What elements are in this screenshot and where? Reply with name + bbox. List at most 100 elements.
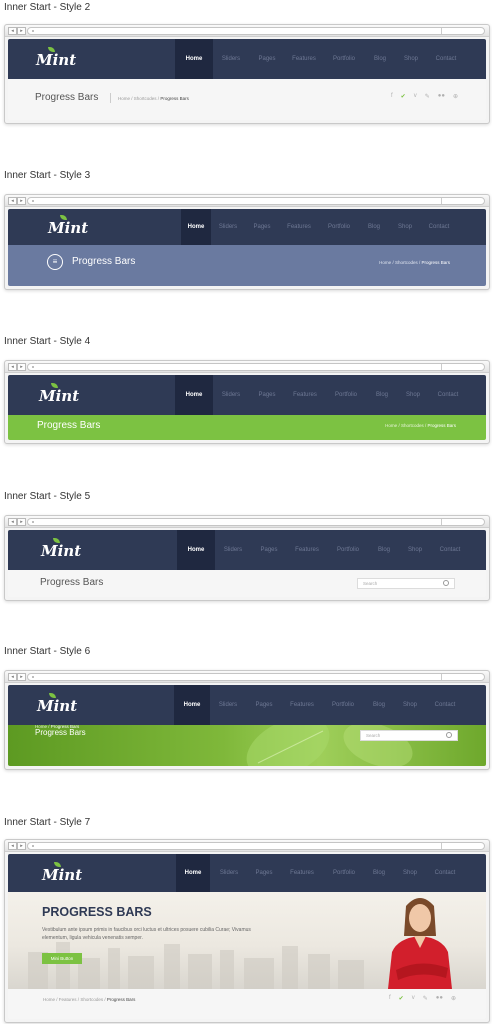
menu-portfolio[interactable]: Portfolio: [319, 209, 359, 245]
menu-sliders[interactable]: Sliders: [213, 39, 249, 79]
mini-button[interactable]: Mini Button: [42, 953, 82, 964]
menu-pages[interactable]: Pages: [245, 209, 279, 245]
twitter-icon[interactable]: ✔: [399, 995, 404, 1002]
back-button[interactable]: ◂: [8, 363, 17, 371]
menu-home[interactable]: Home: [174, 685, 210, 725]
address-bar[interactable]: [27, 363, 485, 371]
logo[interactable]: Mint: [42, 866, 82, 884]
menu-sliders[interactable]: Sliders: [215, 530, 251, 570]
menu-features[interactable]: Features: [287, 530, 327, 570]
flickr-icon[interactable]: ●●: [436, 995, 443, 1002]
menu-features[interactable]: Features: [285, 375, 325, 415]
logo[interactable]: Mint: [37, 697, 77, 715]
menu-pages[interactable]: Pages: [251, 530, 287, 570]
address-bar[interactable]: [27, 518, 485, 526]
menu-contact[interactable]: Contact: [421, 209, 457, 245]
menu-portfolio[interactable]: Portfolio: [327, 530, 369, 570]
search-input[interactable]: Search: [360, 730, 458, 741]
menu-contact[interactable]: Contact: [429, 375, 467, 415]
breadcrumb-shortcodes[interactable]: Shortcodes: [395, 260, 418, 265]
back-button[interactable]: ◂: [8, 673, 17, 681]
breadcrumb-home[interactable]: Home: [379, 260, 391, 265]
back-button[interactable]: ◂: [8, 518, 17, 526]
page-title: Progress Bars: [35, 728, 86, 737]
menu-sliders[interactable]: Sliders: [210, 854, 248, 892]
address-bar[interactable]: [27, 842, 485, 850]
logo[interactable]: Mint: [39, 387, 79, 405]
forward-button[interactable]: ▸: [17, 518, 26, 526]
skype-icon[interactable]: ✎: [425, 93, 430, 100]
menu-shop[interactable]: Shop: [397, 375, 429, 415]
address-bar[interactable]: [27, 673, 485, 681]
twitter-icon[interactable]: ✔: [401, 93, 406, 100]
dribbble-icon[interactable]: ⊕: [453, 93, 458, 100]
menu-pages[interactable]: Pages: [249, 39, 285, 79]
menu-home[interactable]: Home: [175, 375, 213, 415]
breadcrumb-shortcodes[interactable]: Shortcodes: [401, 423, 424, 428]
forward-button[interactable]: ▸: [17, 673, 26, 681]
menu-blog[interactable]: Blog: [365, 39, 395, 79]
menu-portfolio[interactable]: Portfolio: [323, 39, 365, 79]
menu-pages[interactable]: Pages: [248, 854, 280, 892]
menu-sliders[interactable]: Sliders: [211, 209, 245, 245]
breadcrumb-shortcodes[interactable]: Shortcodes: [134, 96, 157, 101]
menu-blog[interactable]: Blog: [364, 685, 394, 725]
menu-shop[interactable]: Shop: [395, 39, 427, 79]
back-button[interactable]: ◂: [8, 842, 17, 850]
menu-shop[interactable]: Shop: [394, 685, 426, 725]
logo[interactable]: Mint: [48, 219, 88, 237]
menu-contact[interactable]: Contact: [427, 39, 465, 79]
dribbble-icon[interactable]: ⊕: [451, 995, 456, 1002]
address-bar[interactable]: [27, 27, 485, 35]
menu-blog[interactable]: Blog: [367, 375, 397, 415]
skype-icon[interactable]: ✎: [423, 995, 428, 1002]
back-button[interactable]: ◂: [8, 27, 17, 35]
menu-contact[interactable]: Contact: [431, 530, 469, 570]
menu-home[interactable]: Home: [175, 39, 213, 79]
menu-features[interactable]: Features: [280, 854, 324, 892]
breadcrumb-features[interactable]: Features: [59, 997, 77, 1002]
menu-sliders[interactable]: Sliders: [210, 685, 246, 725]
forward-button[interactable]: ▸: [17, 197, 26, 205]
menu-contact[interactable]: Contact: [426, 854, 464, 892]
menu-features[interactable]: Features: [282, 685, 322, 725]
breadcrumb-home[interactable]: Home: [118, 96, 130, 101]
menu-shop[interactable]: Shop: [389, 209, 421, 245]
menu-portfolio[interactable]: Portfolio: [324, 854, 364, 892]
menu-portfolio[interactable]: Portfolio: [325, 375, 367, 415]
breadcrumb-shortcodes[interactable]: Shortcodes: [80, 997, 103, 1002]
menu-home[interactable]: Home: [176, 854, 210, 892]
facebook-icon[interactable]: f: [391, 93, 393, 100]
address-bar[interactable]: [27, 197, 485, 205]
vimeo-icon[interactable]: v: [414, 93, 417, 100]
logo[interactable]: Mint: [36, 51, 76, 69]
facebook-icon[interactable]: f: [389, 995, 391, 1002]
menu-blog[interactable]: Blog: [369, 530, 399, 570]
menu-blog[interactable]: Blog: [359, 209, 389, 245]
flickr-icon[interactable]: ●●: [438, 93, 445, 100]
menu-blog[interactable]: Blog: [364, 854, 394, 892]
menu-shop[interactable]: Shop: [394, 854, 426, 892]
breadcrumb-home[interactable]: Home: [385, 423, 397, 428]
logo[interactable]: Mint: [41, 542, 81, 560]
menu-home[interactable]: Home: [181, 209, 211, 245]
menu-sliders[interactable]: Sliders: [213, 375, 249, 415]
search-icon[interactable]: [446, 732, 452, 738]
menu-portfolio[interactable]: Portfolio: [322, 685, 364, 725]
forward-button[interactable]: ▸: [17, 842, 26, 850]
search-input[interactable]: Search: [357, 578, 455, 589]
breadcrumb: Home / Shortcodes / Progress Bars: [385, 423, 456, 428]
menu-features[interactable]: Features: [285, 39, 323, 79]
back-button[interactable]: ◂: [8, 197, 17, 205]
menu-pages[interactable]: Pages: [249, 375, 285, 415]
forward-button[interactable]: ▸: [17, 27, 26, 35]
menu-features[interactable]: Features: [279, 209, 319, 245]
vimeo-icon[interactable]: v: [412, 995, 415, 1002]
breadcrumb-home[interactable]: Home: [43, 997, 55, 1002]
menu-contact[interactable]: Contact: [426, 685, 464, 725]
search-icon[interactable]: [443, 580, 449, 586]
forward-button[interactable]: ▸: [17, 363, 26, 371]
menu-shop[interactable]: Shop: [399, 530, 431, 570]
menu-pages[interactable]: Pages: [246, 685, 282, 725]
menu-home[interactable]: Home: [177, 530, 215, 570]
